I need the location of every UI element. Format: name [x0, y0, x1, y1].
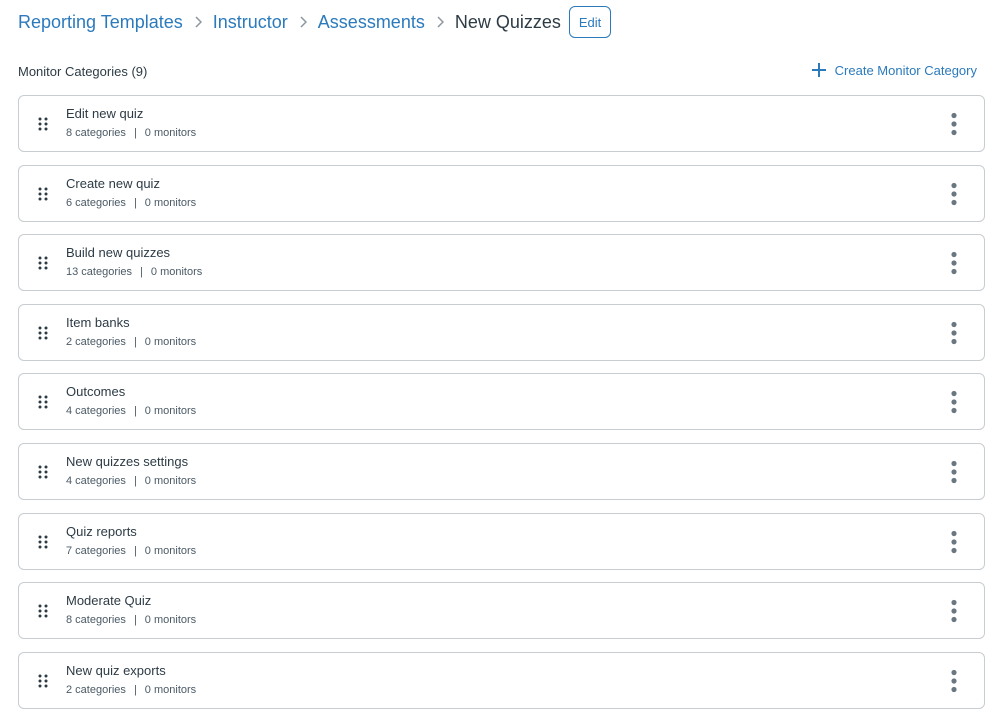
separator: | [133, 405, 137, 418]
more-options-icon[interactable] [948, 251, 960, 275]
monitor-count: 0 monitors [144, 544, 197, 557]
breadcrumb-assessments[interactable]: Assessments [318, 12, 425, 33]
more-options-icon[interactable] [948, 530, 960, 554]
drag-handle-icon[interactable] [38, 187, 48, 201]
category-count: 6 categories [66, 196, 126, 209]
monitor-count: 0 monitors [144, 474, 197, 487]
chevron-right-icon [194, 16, 202, 28]
breadcrumb-reporting-templates[interactable]: Reporting Templates [18, 12, 183, 33]
more-options-icon[interactable] [948, 460, 960, 484]
monitor-category-card[interactable]: Quiz reports 7 categories | 0 monitors [18, 512, 985, 570]
monitor-category-card[interactable]: Build new quizzes 13 categories | 0 monito… [18, 234, 985, 292]
separator: | [133, 614, 137, 627]
category-title: New quiz exports [66, 662, 166, 678]
more-options-icon[interactable] [948, 599, 960, 623]
category-title: Edit new quiz [66, 106, 144, 121]
more-options-icon[interactable] [948, 321, 960, 345]
category-meta: 2 categories | 0 monitors [66, 336, 196, 348]
section-title: Monitor Categories (9) [18, 64, 148, 79]
category-meta: 8 categories | 0 monitors [66, 614, 196, 626]
more-options-icon[interactable] [948, 390, 960, 414]
more-options-icon[interactable] [948, 669, 960, 693]
monitor-count: 0 monitors [144, 335, 197, 348]
drag-handle-icon[interactable] [38, 604, 48, 618]
separator: | [133, 683, 137, 696]
monitor-count: 0 monitors [150, 266, 203, 279]
monitor-count: 0 monitors [144, 614, 197, 627]
monitor-category-card[interactable]: Item banks 2 categories | 0 monitors [18, 303, 985, 361]
separator: | [133, 474, 137, 487]
category-title: Moderate Quiz [66, 593, 152, 609]
category-count: 2 categories [66, 683, 126, 696]
category-meta: 7 categories | 0 monitors [66, 545, 196, 557]
drag-handle-icon[interactable] [38, 117, 48, 131]
monitor-category-card[interactable]: New quizzes settings 4 categories | 0 moni… [18, 442, 985, 500]
category-count: 2 categories [66, 335, 126, 348]
monitor-count: 0 monitors [144, 405, 197, 418]
category-title: Item banks [66, 314, 130, 330]
plus-icon [811, 63, 826, 77]
monitor-category-card[interactable]: Moderate Quiz 8 categories | 0 monitors [18, 582, 985, 640]
category-count: 8 categories [66, 127, 126, 139]
category-meta: 4 categories | 0 monitors [66, 405, 196, 417]
breadcrumb: Reporting Templates Instructor Assessmen… [18, 6, 612, 38]
category-title: Quiz reports [66, 523, 137, 539]
chevron-right-icon [436, 16, 444, 28]
separator: | [140, 266, 143, 279]
more-options-icon[interactable] [948, 182, 960, 206]
breadcrumb-current-page: New Quizzes [454, 11, 561, 32]
category-count: 4 categories [66, 474, 126, 487]
separator: | [133, 335, 137, 348]
drag-handle-icon[interactable] [38, 674, 48, 688]
category-title: Build new quizzes [66, 245, 171, 261]
category-count: 8 categories [66, 614, 126, 627]
monitor-category-card[interactable]: Create new quiz 6 categories | 0 monitors [18, 164, 985, 222]
category-meta: 4 categories | 0 monitors [66, 475, 196, 487]
create-monitor-category-label: Create Monitor Category [834, 62, 977, 78]
monitor-category-card[interactable]: New quiz exports 2 categories | 0 monitors [18, 651, 985, 709]
create-monitor-category-button[interactable]: Create Monitor Category [811, 62, 977, 78]
monitor-count: 0 monitors [144, 127, 197, 139]
category-title: New quizzes settings [66, 453, 189, 469]
drag-handle-icon[interactable] [38, 326, 48, 340]
drag-handle-icon[interactable] [38, 535, 48, 549]
breadcrumb-instructor[interactable]: Instructor [213, 12, 288, 33]
drag-handle-icon[interactable] [38, 256, 48, 270]
more-options-icon[interactable] [948, 112, 960, 136]
drag-handle-icon[interactable] [38, 465, 48, 479]
category-count: 13 categories [66, 266, 133, 279]
monitor-category-card[interactable]: Outcomes 4 categories | 0 monitors [18, 373, 985, 431]
monitor-count: 0 monitors [144, 196, 197, 209]
monitor-count: 0 monitors [144, 683, 197, 696]
separator: | [133, 127, 137, 139]
category-count: 4 categories [66, 405, 126, 418]
monitor-category-card[interactable]: Edit new quiz 8 categories | 0 monitors [18, 95, 985, 152]
separator: | [133, 544, 137, 557]
category-meta: 13 categories | 0 monitors [66, 266, 202, 278]
category-count: 7 categories [66, 544, 126, 557]
separator: | [133, 196, 137, 209]
category-title: Outcomes [66, 384, 126, 400]
category-meta: 2 categories | 0 monitors [66, 684, 196, 696]
category-meta: 8 categories | 0 monitors [66, 127, 196, 139]
category-meta: 6 categories | 0 monitors [66, 197, 196, 209]
drag-handle-icon[interactable] [38, 395, 48, 409]
edit-button[interactable]: Edit [568, 6, 612, 38]
category-title: Create new quiz [66, 175, 160, 191]
monitor-category-list: Edit new quiz 8 categories | 0 monitors Cr… [18, 95, 985, 721]
chevron-right-icon [299, 16, 307, 28]
